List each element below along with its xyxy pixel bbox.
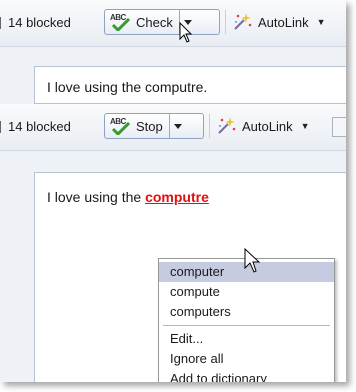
bottom-toolbar: 14 blocked ABC Stop AutoLink ▼: [0, 104, 346, 151]
spellcheck-label: Check: [136, 14, 173, 30]
spellcheck-button-main[interactable]: ABC Stop: [105, 114, 169, 138]
options-icon[interactable]: [332, 117, 346, 137]
spellcheck-button[interactable]: ABC Stop: [104, 113, 204, 139]
menu-item-edit[interactable]: Edit...: [159, 329, 334, 349]
toolbar-separator: [225, 10, 226, 34]
magic-wand-icon: [234, 13, 252, 30]
chevron-down-icon[interactable]: ▼: [317, 17, 326, 27]
autolink-label: AutoLink: [258, 14, 309, 30]
menu-item-ignore-all[interactable]: Ignore all: [159, 349, 334, 369]
blocked-label: 14 blocked: [8, 15, 71, 30]
blocked-counter[interactable]: 14 blocked: [0, 15, 71, 30]
popup-blocker-icon: [0, 120, 4, 133]
top-panel: 14 blocked ABC Check AutoLink ▼ I love u…: [0, 0, 346, 104]
chevron-down-icon[interactable]: ▼: [301, 121, 310, 131]
spellcheck-button-main[interactable]: ABC Check: [105, 10, 179, 34]
blocked-label: 14 blocked: [8, 119, 71, 134]
autolink-button[interactable]: AutoLink ▼: [216, 113, 310, 139]
magic-wand-icon: [218, 117, 236, 134]
mouse-cursor-icon: [179, 22, 193, 43]
spellcheck-button[interactable]: ABC Check: [104, 9, 220, 35]
autolink-label: AutoLink: [242, 118, 293, 134]
blocked-counter[interactable]: 14 blocked: [0, 119, 71, 134]
editor-box[interactable]: I love using the computre.: [34, 66, 346, 104]
autolink-button[interactable]: AutoLink ▼: [232, 9, 326, 35]
top-toolbar: 14 blocked ABC Check AutoLink ▼: [0, 0, 346, 47]
abc-check-icon: ABC: [110, 117, 132, 135]
toolbar-separator: [209, 114, 210, 138]
spellcheck-label: Stop: [136, 118, 163, 134]
mouse-cursor-icon: [244, 248, 261, 273]
menu-item-add-to-dictionary[interactable]: Add to dictionary: [159, 369, 334, 382]
editor-text: I love using the computre.: [47, 79, 208, 95]
spellcheck-dropdown-arrow[interactable]: [168, 114, 186, 138]
popup-blocker-icon: [0, 16, 4, 29]
editor-text-prefix: I love using the: [47, 189, 146, 205]
menu-item-suggestion[interactable]: computers: [159, 302, 334, 322]
abc-check-icon: ABC: [110, 13, 132, 31]
menu-item-suggestion[interactable]: compute: [159, 282, 334, 302]
misspelled-word[interactable]: computre: [145, 189, 209, 205]
spelling-context-menu: computer compute computers Edit... Ignor…: [158, 258, 335, 382]
editor-text: I love using the computre: [47, 189, 209, 205]
menu-separator: [163, 325, 330, 326]
chevron-down-icon: [173, 123, 182, 129]
screenshot-composite: 14 blocked ABC Check AutoLink ▼ I love u…: [0, 0, 346, 382]
